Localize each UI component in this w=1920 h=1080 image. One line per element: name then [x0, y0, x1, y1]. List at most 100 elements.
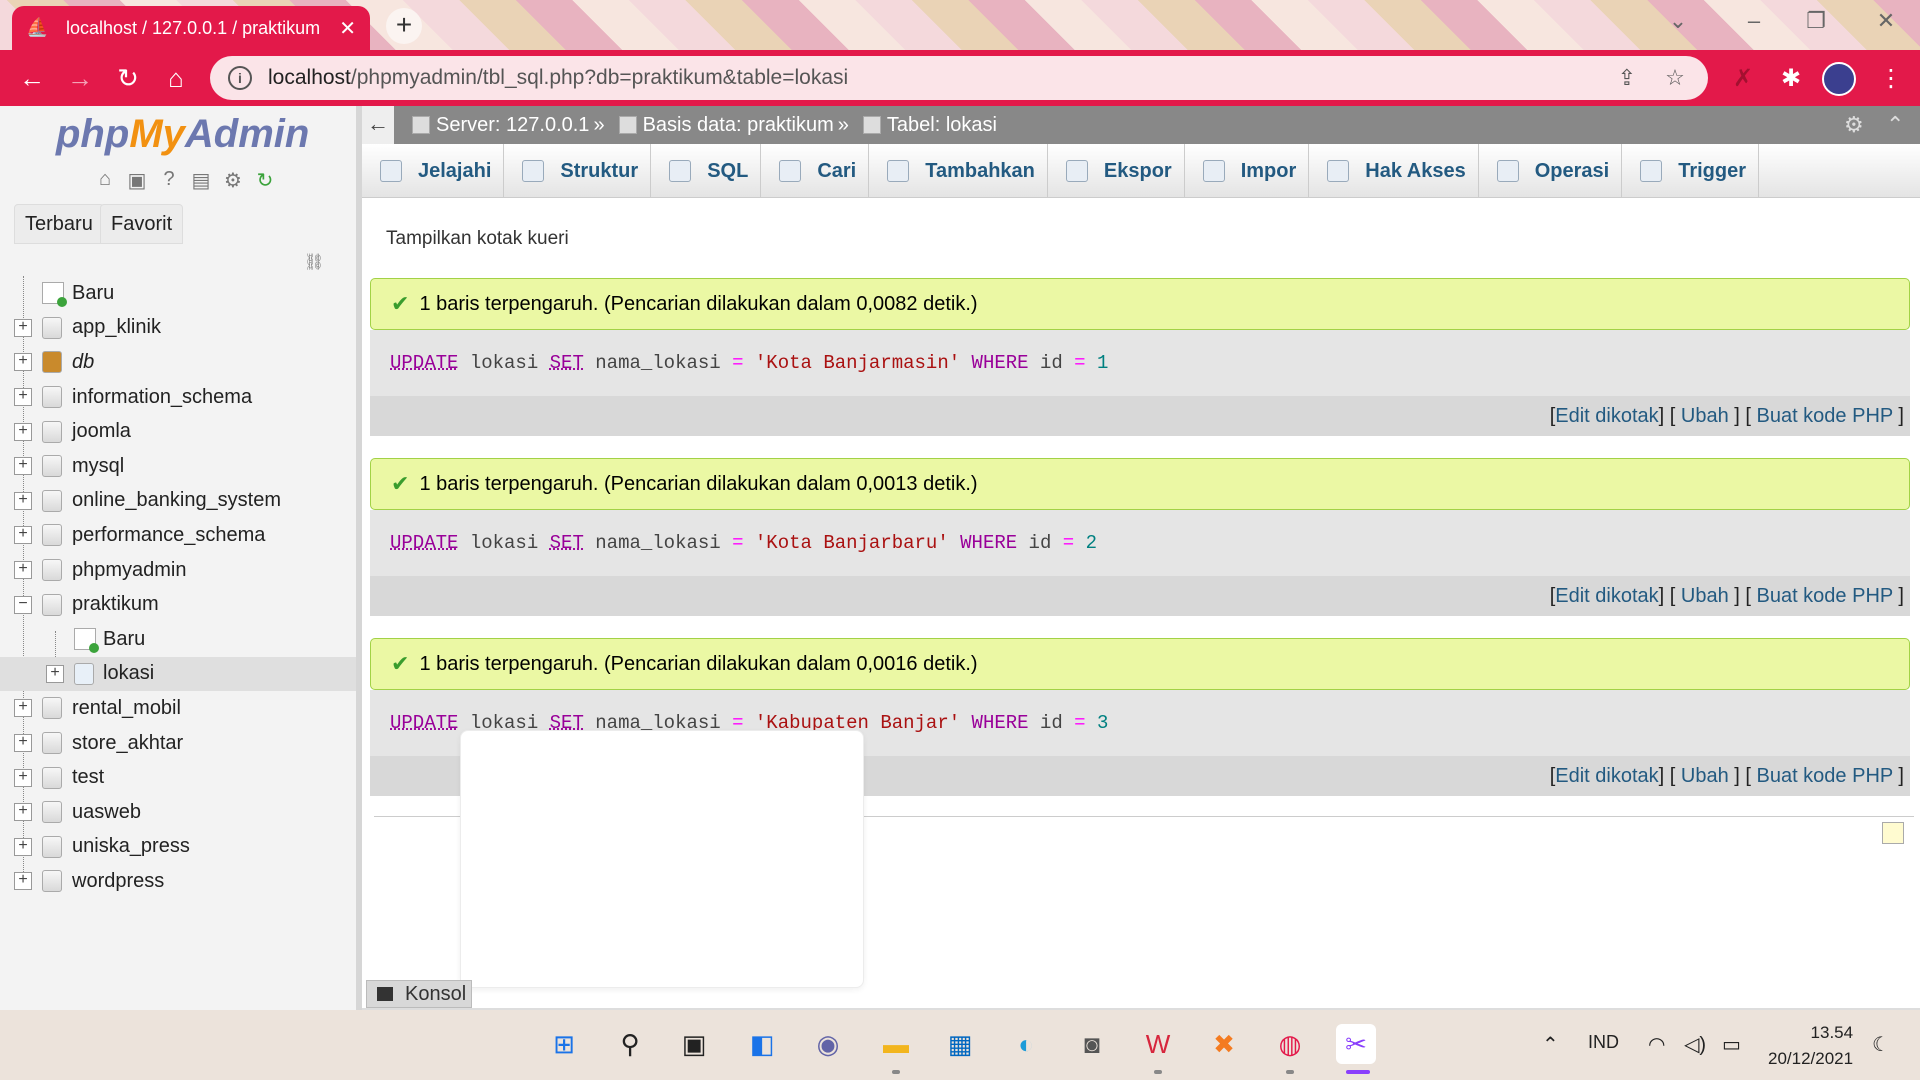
collapse-icon[interactable]: − [14, 595, 32, 614]
tab-browse[interactable]: Jelajahi [362, 144, 505, 198]
bookmark-star-icon[interactable]: ☆ [1660, 65, 1690, 91]
collapse-nav-arrow-icon[interactable]: ← [362, 106, 394, 144]
edit-inline-link[interactable]: Edit dikotak [1555, 405, 1658, 427]
extensions-puzzle-icon[interactable]: ✱ [1776, 64, 1806, 94]
tab-recent[interactable]: Terbaru [14, 204, 104, 244]
share-icon[interactable]: ⇪ [1612, 65, 1642, 91]
expand-icon[interactable]: + [14, 561, 32, 580]
tree-item-database[interactable]: + joomla [0, 414, 356, 449]
notifications-moon-icon[interactable]: ☾ [1872, 1032, 1890, 1057]
home-icon[interactable]: ⌂ [92, 168, 118, 194]
tab-search[interactable]: Cari [761, 144, 870, 198]
create-php-code-link[interactable]: Buat kode PHP [1756, 585, 1892, 607]
breadcrumb-table[interactable]: Tabel: lokasi [853, 114, 997, 137]
task-view-icon[interactable]: ▣ [674, 1024, 714, 1064]
tree-item-database[interactable]: + test [0, 760, 356, 795]
tab-favorites[interactable]: Favorit [100, 204, 184, 244]
expand-icon[interactable]: + [14, 318, 32, 337]
expand-icon[interactable]: + [14, 388, 32, 407]
tree-item-database[interactable]: + uniska_press [0, 830, 356, 865]
help-icon[interactable]: ? [156, 168, 182, 194]
tree-item-table-selected[interactable]: + lokasi [0, 656, 356, 692]
tree-item-database[interactable]: + phpmyadmin [0, 553, 356, 588]
site-info-icon[interactable]: i [228, 66, 252, 90]
link-with-main-icon[interactable]: ⛓ [304, 252, 324, 272]
edit-link[interactable]: Ubah [1681, 585, 1729, 607]
extension-x-icon[interactable]: ✗ [1728, 64, 1758, 94]
reload-icon[interactable]: ↻ [110, 60, 146, 96]
search-icon[interactable]: ⚲ [610, 1024, 650, 1064]
edge-browser-icon[interactable]: ◐ [1006, 1024, 1046, 1064]
expand-icon[interactable]: + [14, 422, 32, 441]
tree-item-new-database[interactable]: Baru [0, 276, 356, 311]
tree-item-database[interactable]: + app_klinik [0, 311, 356, 346]
tree-item-database[interactable]: + wordpress [0, 864, 356, 899]
edit-link[interactable]: Ubah [1681, 405, 1729, 427]
tab-insert[interactable]: Tambahkan [869, 144, 1048, 198]
tab-structure[interactable]: Struktur [504, 144, 652, 198]
tree-item-database[interactable]: + performance_schema [0, 518, 356, 553]
expand-icon[interactable]: + [14, 734, 32, 753]
edit-inline-link[interactable]: Edit dikotak [1555, 585, 1658, 607]
forward-arrow-icon[interactable]: → [62, 60, 98, 96]
expand-icon[interactable]: + [46, 664, 64, 683]
tree-item-database[interactable]: + information_schema [0, 380, 356, 415]
browser-tab-active[interactable]: ⛵ localhost / 127.0.0.1 / praktikum ✕ [12, 6, 370, 50]
tree-item-database-expanded[interactable]: − praktikum [0, 587, 356, 622]
snipping-tool-icon[interactable]: ✂ [1336, 1024, 1376, 1064]
browser-menu-icon[interactable]: ⋮ [1876, 64, 1906, 94]
url-text[interactable]: localhost/phpmyadmin/tbl_sql.php?db=prak… [268, 66, 1594, 90]
tree-item-database[interactable]: + store_akhtar [0, 726, 356, 761]
tab-sql[interactable]: SQL [651, 144, 762, 198]
back-arrow-icon[interactable]: ← [14, 60, 50, 96]
tree-item-database[interactable]: + uasweb [0, 795, 356, 830]
tab-export[interactable]: Ekspor [1048, 144, 1185, 198]
edit-link[interactable]: Ubah [1681, 765, 1729, 787]
tab-import[interactable]: Impor [1185, 144, 1310, 198]
docs-icon[interactable]: ▤ [188, 168, 214, 194]
address-bar[interactable]: i localhost/phpmyadmin/tbl_sql.php?db=pr… [210, 56, 1708, 100]
settings-gear-icon[interactable]: ⚙ [220, 168, 246, 194]
tree-item-new-table[interactable]: Baru [0, 622, 356, 657]
minimize-icon[interactable]: – [1734, 8, 1774, 34]
windows-start-icon[interactable]: ⊞ [544, 1024, 584, 1064]
show-query-box-link[interactable]: Tampilkan kotak kueri [386, 228, 569, 250]
wps-office-icon[interactable]: W [1138, 1024, 1178, 1064]
chrome-icon[interactable]: ◍ [1270, 1024, 1310, 1064]
tab-privileges[interactable]: Hak Akses [1309, 144, 1479, 198]
create-php-code-link[interactable]: Buat kode PHP [1756, 765, 1892, 787]
profile-avatar[interactable] [1822, 62, 1856, 96]
volume-icon[interactable]: ◁) [1684, 1032, 1706, 1057]
console-toggle[interactable]: Konsol [366, 980, 472, 1008]
expand-icon[interactable]: + [14, 457, 32, 476]
expand-icon[interactable]: + [14, 872, 32, 891]
reload-nav-icon[interactable]: ↻ [252, 168, 278, 194]
widgets-icon[interactable]: ◧ [742, 1024, 782, 1064]
tab-close-icon[interactable]: ✕ [339, 16, 356, 41]
tab-search-icon[interactable]: ⌄ [1658, 8, 1698, 34]
breadcrumb-server[interactable]: Server: 127.0.0.1 [402, 114, 589, 137]
tab-triggers[interactable]: Trigger [1622, 144, 1759, 198]
phpmyadmin-logo[interactable]: phpMyAdmin [56, 112, 309, 157]
system-clock[interactable]: 13.54 20/12/2021 [1768, 1020, 1853, 1072]
xampp-icon[interactable]: ✖ [1204, 1024, 1244, 1064]
close-window-icon[interactable]: ✕ [1866, 8, 1906, 34]
tree-item-database[interactable]: + online_banking_system [0, 484, 356, 519]
chat-icon[interactable]: ◉ [808, 1024, 848, 1064]
camera-icon[interactable]: ◙ [1072, 1024, 1112, 1064]
home-icon[interactable]: ⌂ [158, 60, 194, 96]
expand-icon[interactable]: + [14, 353, 32, 372]
file-explorer-icon[interactable]: ▬ [876, 1024, 916, 1064]
tree-item-database[interactable]: + db [0, 345, 356, 380]
create-php-code-link[interactable]: Buat kode PHP [1756, 405, 1892, 427]
expand-icon[interactable]: + [14, 803, 32, 822]
tree-item-database[interactable]: + rental_mobil [0, 691, 356, 726]
expand-icon[interactable]: + [14, 837, 32, 856]
logout-icon[interactable]: ▣ [124, 168, 150, 194]
language-indicator[interactable]: IND [1588, 1032, 1619, 1053]
wifi-icon[interactable]: ◠ [1648, 1032, 1665, 1057]
battery-icon[interactable]: ▭ [1722, 1032, 1741, 1057]
tree-item-database[interactable]: + mysql [0, 449, 356, 484]
show-hidden-icons-icon[interactable]: ⌃ [1542, 1032, 1559, 1057]
expand-icon[interactable]: + [14, 491, 32, 510]
